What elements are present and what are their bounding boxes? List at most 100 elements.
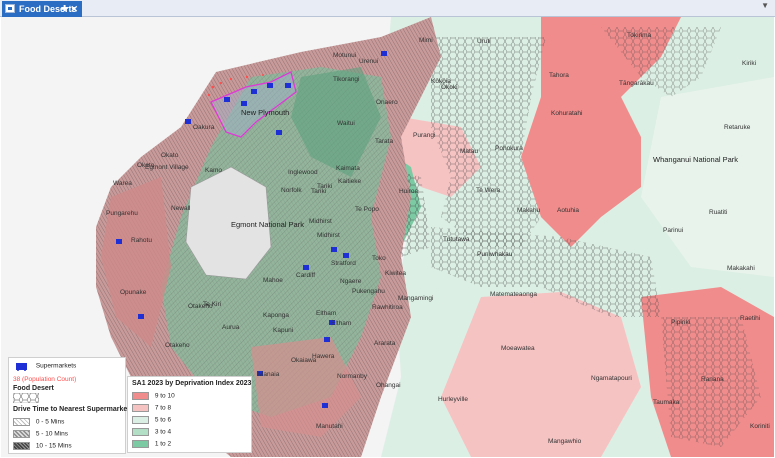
place-label: Manaia <box>258 371 280 378</box>
place-label: Te Kiri <box>203 301 221 308</box>
place-label: Hurleyville <box>438 396 468 403</box>
place-label: Ngamatapouri <box>591 375 632 382</box>
map-legend-deprivation: SA1 2023 by Deprivation Index 2023 9 to … <box>127 376 252 453</box>
legend-supermarkets-label: Supermarkets <box>35 362 77 370</box>
legend-drive-item: 0 - 5 Mins <box>13 418 64 426</box>
tab-food-deserts[interactable]: Food Deserts ✚ ✕ <box>2 1 82 17</box>
place-label: Rahotu <box>131 237 152 244</box>
place-label: Norfolk <box>281 187 302 194</box>
place-label: Tututawa <box>443 236 470 243</box>
place-label: Retaruke <box>724 124 751 131</box>
place-label: Kiriki <box>742 60 756 67</box>
food-desert-pattern-icon <box>12 392 40 404</box>
chevron-down-icon[interactable]: ▼ <box>761 1 769 10</box>
place-label: New Plymouth <box>241 108 289 117</box>
place-label: Okaiawa <box>291 357 317 364</box>
place-label: Parinui <box>663 227 683 234</box>
legend-drive-item: 10 - 15 Mins <box>13 442 72 450</box>
legend-deprivation-title: SA1 2023 by Deprivation Index 2023 <box>132 380 252 387</box>
place-label: Mangawhio <box>548 438 582 445</box>
place-label: Stratford <box>331 260 356 267</box>
deprivation-9-10-label: 9 to 10 <box>154 392 175 400</box>
place-label: Eltham <box>316 310 336 317</box>
place-label: Uruti <box>477 38 491 45</box>
legend-deprivation-item: 3 to 4 <box>132 428 171 436</box>
place-label: Rawhitiroa <box>372 304 403 311</box>
place-label: Koriniti <box>750 423 770 430</box>
place-label: Kohuratahi <box>551 110 582 117</box>
place-label: Midhirst <box>317 232 340 239</box>
place-label: Inglewood <box>288 169 318 176</box>
place-label: Waitui <box>337 120 355 127</box>
deprivation-7-8-swatch <box>132 404 149 412</box>
place-label: Manutahi <box>316 423 343 430</box>
place-label: Tariki <box>317 183 332 190</box>
legend-food-desert-swatch <box>12 392 40 405</box>
place-label: Makakahi <box>727 265 755 272</box>
deprivation-3-4-label: 3 to 4 <box>154 428 172 436</box>
deprivation-5-6-label: 5 to 6 <box>154 416 172 424</box>
place-label: Tāngarākau <box>619 80 654 87</box>
place-label: Makahu <box>517 207 541 214</box>
place-label: Ararata <box>374 340 396 347</box>
place-label: Raetihi <box>740 315 760 322</box>
legend-drive-item: 5 - 10 Mins <box>13 430 68 438</box>
place-label: Moeawatea <box>501 345 535 352</box>
place-label: Okato <box>137 162 155 169</box>
place-label: Purangi <box>413 132 435 139</box>
place-label: Egmont National Park <box>231 220 304 229</box>
place-label: Ōkoki <box>441 83 458 91</box>
place-label: Whanganui National Park <box>653 155 738 164</box>
place-label: Pipiriki <box>671 319 690 326</box>
place-label: Tokirima <box>627 32 652 39</box>
place-label: Kapuni <box>273 327 293 334</box>
legend-population-label: 38 (Population Count) <box>13 376 77 383</box>
place-label: Ngaere <box>340 278 362 285</box>
place-label: Tarata <box>375 138 393 145</box>
place-label: Aurua <box>222 324 240 331</box>
place-label: Pungarehu <box>106 210 138 217</box>
place-label: Warea <box>113 180 132 187</box>
place-label: Okato <box>161 152 179 159</box>
pin-icon[interactable]: ✚ <box>61 1 68 17</box>
place-label: Ranana <box>701 376 724 383</box>
place-label: Matau <box>460 148 478 155</box>
place-label: Urenui <box>359 58 378 65</box>
place-label: Toko <box>372 255 386 262</box>
drive-5-10-swatch <box>13 430 30 438</box>
place-label: Tahora <box>549 72 569 79</box>
place-label: Te Wera <box>476 187 500 194</box>
place-label: Pukengahu <box>352 288 385 295</box>
place-label: Matemateaonga <box>490 291 537 298</box>
supermarket-icon <box>16 363 27 371</box>
place-label: Midhirst <box>309 218 332 225</box>
place-label: Newall <box>171 205 191 212</box>
place-label: Ohangai <box>376 382 401 389</box>
map-legend-left: Supermarkets 38 (Population Count) Food … <box>8 357 130 454</box>
place-label: Aotuhia <box>557 207 579 214</box>
map-icon <box>5 4 15 13</box>
place-label: Tikorangi <box>333 76 360 83</box>
place-label: Taumaka <box>653 399 680 406</box>
place-label: Otakeho <box>165 342 190 349</box>
place-label: Mahoe <box>263 277 283 284</box>
legend-food-desert-title: Food Desert <box>13 385 54 392</box>
drive-0-5-label: 0 - 5 Mins <box>35 418 65 426</box>
place-label: Puniwhakau <box>477 251 513 258</box>
place-label: Cardiff <box>296 272 315 279</box>
drive-10-15-swatch <box>13 442 30 450</box>
deprivation-1-2-swatch <box>132 440 149 448</box>
place-label: Pohokura <box>495 145 523 152</box>
legend-row-supermarkets: Supermarkets <box>13 361 76 371</box>
close-icon[interactable]: ✕ <box>70 1 78 17</box>
place-label: Motunui <box>333 52 356 59</box>
deprivation-5-6-swatch <box>132 416 149 424</box>
drive-0-5-swatch <box>13 418 30 426</box>
legend-deprivation-item: 1 to 2 <box>132 440 171 448</box>
deprivation-9-10-swatch <box>132 392 149 400</box>
deprivation-3-4-swatch <box>132 428 149 436</box>
place-label: Opunake <box>120 289 147 296</box>
deprivation-7-8-label: 7 to 8 <box>154 404 172 412</box>
legend-drive-title: Drive Time to Nearest Supermarket <box>13 406 130 413</box>
place-label: Huiroa <box>399 188 419 195</box>
